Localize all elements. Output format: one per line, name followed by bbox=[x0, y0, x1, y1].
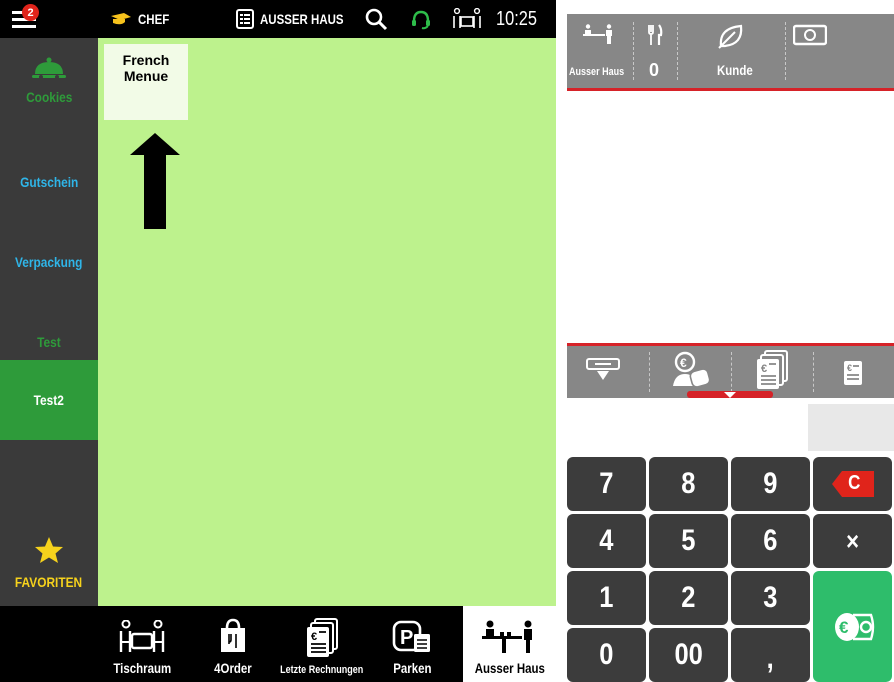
display-side bbox=[808, 404, 894, 451]
product-grid: French Menue bbox=[98, 38, 556, 606]
key-8[interactable]: 8 bbox=[649, 457, 728, 511]
clock: 10:25 bbox=[496, 7, 538, 30]
split-button[interactable] bbox=[567, 346, 649, 398]
sidebar-item-label: Test2 bbox=[33, 392, 65, 408]
support-button[interactable] bbox=[410, 0, 432, 38]
order-mode-label: AUSSER HAUS bbox=[260, 11, 344, 27]
order-mode-text: Ausser Haus bbox=[569, 66, 625, 78]
receipts-icon: € bbox=[307, 618, 338, 657]
sidebar-item-label: Verpackung bbox=[15, 254, 83, 270]
sidebar-item-test2[interactable]: Test2 bbox=[0, 360, 98, 440]
search-icon bbox=[365, 8, 388, 31]
nav-4order[interactable]: 4Order bbox=[198, 606, 268, 682]
nav-parken[interactable]: P Parken bbox=[374, 606, 450, 682]
receipts-icon: € bbox=[757, 350, 788, 389]
up-arrow-icon bbox=[130, 133, 180, 229]
order-mode-button[interactable]: AUSSER HAUS bbox=[236, 0, 362, 38]
sidebar-item-label: FAVORITEN bbox=[15, 574, 83, 590]
key-7[interactable]: 7 bbox=[567, 457, 646, 511]
expand-handle[interactable] bbox=[687, 391, 773, 398]
customer-label: Kunde bbox=[717, 62, 753, 78]
key-6[interactable]: 6 bbox=[731, 514, 810, 568]
product-tile-line2: Menue bbox=[123, 68, 169, 84]
sidebar-item-label: Cookies bbox=[25, 89, 73, 105]
product-tile-french-menue[interactable]: French Menue bbox=[104, 44, 188, 120]
sidebar-item-verpackung[interactable]: Verpackung bbox=[0, 222, 98, 302]
key-9[interactable]: 9 bbox=[731, 457, 810, 511]
key-5[interactable]: 5 bbox=[649, 514, 728, 568]
covers-count: 0 bbox=[649, 60, 660, 80]
nav-label: Letzte Rechnungen bbox=[280, 664, 364, 676]
key-0[interactable]: 0 bbox=[567, 628, 646, 682]
sidebar-item-label: Gutschein bbox=[19, 174, 79, 190]
product-tile-line1: French bbox=[122, 52, 170, 68]
table-icon bbox=[119, 620, 165, 652]
numeric-keypad: 7 8 9 C 4 5 6 × 1 2 3 € 0 00 , bbox=[567, 451, 894, 682]
takeaway-counter-icon bbox=[481, 620, 532, 653]
takeaway-counter-icon bbox=[583, 24, 612, 44]
nav-label: Ausser Haus bbox=[474, 660, 545, 676]
nav-label: Parken bbox=[392, 660, 432, 676]
cutlery-icon bbox=[648, 24, 663, 45]
customer-card-icon: € bbox=[673, 351, 711, 388]
user-name: CHEF bbox=[138, 11, 170, 27]
nav-letzte-rechnungen[interactable]: € Letzte Rechnungen bbox=[270, 606, 374, 682]
svg-text:€: € bbox=[839, 618, 849, 637]
chef-hat-icon bbox=[111, 13, 131, 25]
clear-icon: C bbox=[831, 471, 874, 497]
key-2[interactable]: 2 bbox=[649, 571, 728, 625]
table-button[interactable] bbox=[452, 0, 482, 38]
category-sidebar: Cookies Gutschein Verpackung Test Test2 … bbox=[0, 38, 98, 606]
nav-label: 4Order bbox=[214, 660, 252, 676]
svg-text:€: € bbox=[680, 356, 687, 370]
leaf-icon bbox=[718, 24, 743, 49]
svg-text:P: P bbox=[400, 627, 413, 649]
amount-display bbox=[567, 404, 808, 451]
customer-field[interactable]: Kunde bbox=[677, 14, 785, 88]
notification-badge: 2 bbox=[22, 4, 39, 21]
order-header: Ausser Haus 0 Kunde bbox=[567, 14, 894, 88]
svg-text:€: € bbox=[311, 631, 317, 643]
invoice-button[interactable]: € bbox=[813, 346, 894, 398]
key-00[interactable]: 00 bbox=[649, 628, 728, 682]
covers-field[interactable]: 0 bbox=[633, 14, 677, 88]
cloche-icon bbox=[32, 57, 66, 79]
key-4[interactable]: 4 bbox=[567, 514, 646, 568]
star-icon bbox=[35, 537, 63, 563]
user-button[interactable]: CHEF bbox=[110, 0, 176, 38]
nav-label: Tischraum bbox=[113, 660, 171, 676]
key-multiply[interactable]: × bbox=[813, 514, 892, 568]
order-items-list[interactable] bbox=[567, 88, 894, 346]
key-1[interactable]: 1 bbox=[567, 571, 646, 625]
svg-text:€: € bbox=[761, 363, 767, 375]
search-button[interactable] bbox=[364, 0, 388, 38]
top-bar: 2 CHEF AUSSER HAUS 10:25 bbox=[0, 0, 556, 38]
cash-payment-icon: € bbox=[834, 612, 874, 641]
parking-icon: P bbox=[392, 620, 430, 652]
banknote-icon bbox=[793, 24, 827, 46]
key-3[interactable]: 3 bbox=[731, 571, 810, 625]
sidebar-item-label: Test bbox=[37, 334, 61, 350]
headset-icon bbox=[412, 10, 430, 30]
sidebar-item-gutschein[interactable]: Gutschein bbox=[0, 142, 98, 222]
shopping-bag-icon bbox=[221, 618, 245, 652]
bottom-nav: Tischraum 4Order € Letzte Rechnungen P P… bbox=[0, 606, 556, 682]
cash-drawer-icon bbox=[586, 358, 620, 380]
sidebar-item-favoriten[interactable]: FAVORITEN bbox=[0, 520, 98, 606]
cash-button[interactable] bbox=[785, 14, 835, 54]
order-mode-field[interactable]: Ausser Haus bbox=[567, 14, 633, 88]
nav-ausser-haus[interactable]: Ausser Haus bbox=[463, 606, 556, 682]
nav-tischraum[interactable]: Tischraum bbox=[100, 606, 184, 682]
order-actions: € € € bbox=[567, 346, 894, 398]
sidebar-item-cookies[interactable]: Cookies bbox=[0, 38, 98, 118]
key-clear[interactable]: C bbox=[813, 457, 892, 511]
menu-card-icon bbox=[236, 9, 254, 29]
pay-button[interactable]: € bbox=[813, 571, 892, 682]
svg-text:€: € bbox=[847, 363, 852, 373]
key-decimal[interactable]: , bbox=[731, 628, 810, 682]
table-waiter-icon bbox=[453, 8, 481, 28]
invoice-icon: € bbox=[844, 361, 862, 385]
